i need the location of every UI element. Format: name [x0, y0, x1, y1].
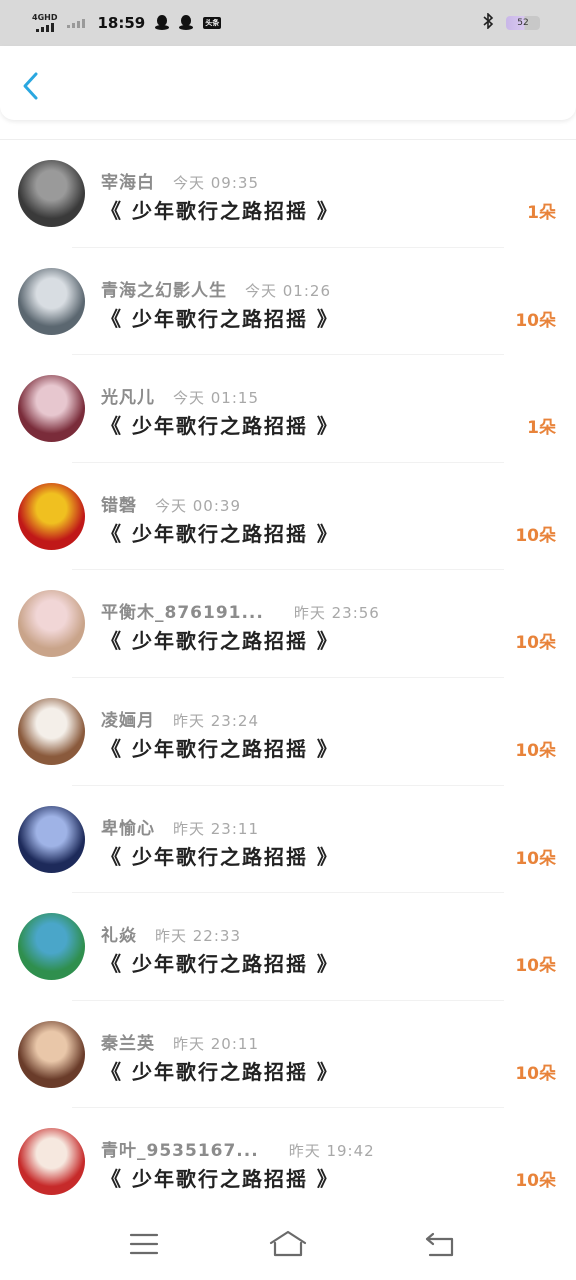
list-item[interactable]: 光凡儿 今天 01:15 《 少年歌行之路招摇 》 1朵 [0, 355, 576, 463]
timestamp: 今天 01:26 [245, 281, 331, 300]
username[interactable]: 青海之幻影人生 [101, 276, 227, 301]
avatar[interactable] [18, 375, 85, 443]
username[interactable]: 凌婳月 [101, 706, 155, 731]
avatar[interactable] [18, 913, 85, 981]
avatar[interactable] [18, 697, 85, 765]
header [0, 46, 576, 120]
username[interactable]: 卑愉心 [101, 814, 155, 839]
item-meta: 光凡儿 今天 01:15 [101, 383, 259, 408]
list-item[interactable]: 秦兰英 昨天 20:11 《 少年歌行之路招摇 》 10朵 [0, 1001, 576, 1109]
message-text: 《 少年歌行之路招摇 》 [101, 629, 339, 654]
toutiao-icon: 头条 [203, 17, 222, 29]
network-type: 4GHD [32, 13, 58, 22]
avatar[interactable] [18, 1128, 85, 1196]
timestamp: 今天 00:39 [155, 496, 241, 515]
gift-count: 10朵 [515, 525, 556, 546]
home-button[interactable] [268, 1228, 308, 1264]
signal-sim2-icon [67, 19, 86, 28]
chevron-left-icon [23, 72, 38, 100]
list-item[interactable]: 凌婳月 昨天 23:24 《 少年歌行之路招摇 》 10朵 [0, 678, 576, 786]
gift-count: 10朵 [515, 633, 556, 654]
item-meta: 秦兰英 昨天 20:11 [101, 1029, 259, 1054]
message-text: 《 少年歌行之路招摇 》 [101, 414, 339, 439]
username[interactable]: 青叶_9535167... [101, 1136, 259, 1161]
gift-count: 10朵 [515, 1171, 556, 1192]
avatar[interactable] [18, 482, 85, 550]
menu-button[interactable] [128, 1228, 160, 1264]
list-item[interactable]: 青海之幻影人生 今天 01:26 《 少年歌行之路招摇 》 10朵 [0, 248, 576, 356]
signal-icon [35, 23, 54, 32]
timestamp: 昨天 23:24 [173, 711, 259, 730]
timestamp: 今天 01:15 [173, 389, 259, 408]
list-item[interactable]: 青叶_9535167... 昨天 19:42 《 少年歌行之路招摇 》 10朵 [0, 1108, 576, 1216]
qq-icon [155, 15, 170, 31]
username[interactable]: 礼焱 [101, 921, 137, 946]
username[interactable]: 秦兰英 [101, 1029, 155, 1054]
list-item[interactable]: 礼焱 昨天 22:33 《 少年歌行之路招摇 》 10朵 [0, 893, 576, 1001]
gift-count: 1朵 [527, 203, 556, 223]
home-icon [269, 1230, 307, 1257]
navigation-bar [0, 1210, 576, 1280]
clock: 18:59 [97, 14, 146, 32]
item-meta: 凌婳月 昨天 23:24 [101, 706, 259, 731]
item-meta: 宰海白 今天 09:35 [101, 168, 259, 193]
battery-icon: 52 [506, 16, 540, 30]
message-text: 《 少年歌行之路招摇 》 [101, 1167, 339, 1192]
username[interactable]: 光凡儿 [101, 383, 155, 408]
item-meta: 平衡木_876191... 昨天 23:56 [101, 598, 380, 623]
timestamp: 昨天 19:42 [288, 1142, 375, 1161]
timestamp: 今天 09:35 [173, 174, 259, 192]
avatar[interactable] [18, 1020, 85, 1088]
gift-count: 10朵 [515, 740, 556, 761]
avatar[interactable] [18, 590, 85, 658]
timestamp: 昨天 23:56 [293, 604, 380, 623]
avatar[interactable] [18, 805, 85, 873]
item-meta: 错磬 今天 00:39 [101, 491, 241, 516]
list-item[interactable]: 卑愉心 昨天 23:11 《 少年歌行之路招摇 》 10朵 [0, 786, 576, 894]
gift-count: 10朵 [515, 848, 556, 869]
gift-list: 宰海白 今天 09:35 《 少年歌行之路招摇 》 1朵 青海之幻影人生 今天 01:26… [0, 140, 576, 1216]
username[interactable]: 错磬 [101, 491, 137, 516]
message-text: 《 少年歌行之路招摇 》 [101, 952, 339, 977]
gift-count: 1朵 [527, 418, 556, 439]
gift-count: 10朵 [515, 956, 556, 977]
bluetooth-icon [482, 12, 494, 33]
message-text: 《 少年歌行之路招摇 》 [101, 736, 339, 761]
list-item[interactable]: 平衡木_876191... 昨天 23:56 《 少年歌行之路招摇 》 10朵 [0, 570, 576, 678]
message-text: 《 少年歌行之路招摇 》 [101, 199, 339, 223]
item-meta: 卑愉心 昨天 23:11 [101, 814, 259, 839]
back-nav-button[interactable] [422, 1228, 458, 1264]
status-bar: 4GHD 18:59 头条 52 [0, 0, 576, 46]
username[interactable]: 宰海白 [101, 168, 155, 193]
timestamp: 昨天 20:11 [173, 1034, 259, 1053]
item-meta: 礼焱 昨天 22:33 [101, 921, 241, 946]
gift-count: 10朵 [515, 310, 556, 331]
item-meta: 青叶_9535167... 昨天 19:42 [101, 1136, 375, 1161]
avatar[interactable] [18, 160, 85, 227]
message-text: 《 少年歌行之路招摇 》 [101, 521, 339, 546]
item-meta: 青海之幻影人生 今天 01:26 [101, 276, 331, 301]
message-text: 《 少年歌行之路招摇 》 [101, 1059, 339, 1084]
list-item[interactable]: 宰海白 今天 09:35 《 少年歌行之路招摇 》 1朵 [0, 140, 576, 248]
avatar[interactable] [18, 267, 85, 335]
network-indicator: 4GHD [32, 14, 57, 32]
timestamp: 昨天 22:33 [155, 927, 241, 946]
back-icon [425, 1232, 454, 1257]
menu-icon [129, 1233, 159, 1255]
back-button[interactable] [18, 70, 46, 102]
message-text: 《 少年歌行之路招摇 》 [101, 306, 339, 331]
username[interactable]: 平衡木_876191... [101, 598, 264, 623]
list-item[interactable]: 错磬 今天 00:39 《 少年歌行之路招摇 》 10朵 [0, 463, 576, 571]
timestamp: 昨天 23:11 [173, 819, 259, 838]
qq-icon [179, 15, 194, 31]
message-text: 《 少年歌行之路招摇 》 [101, 844, 339, 869]
gift-count: 10朵 [515, 1063, 556, 1084]
